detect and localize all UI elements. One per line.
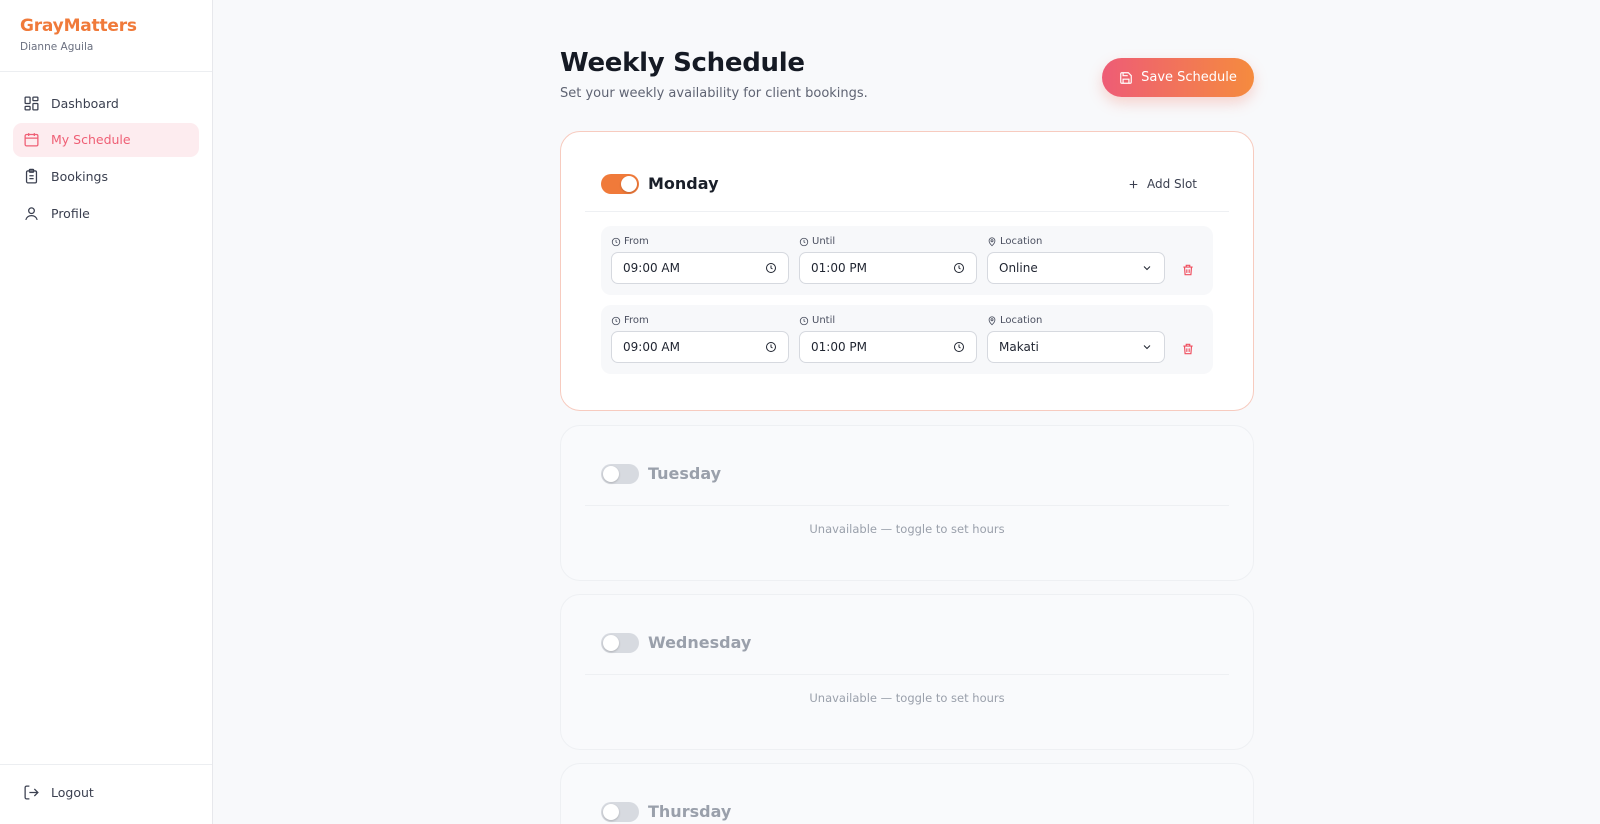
day-name: Monday — [648, 174, 719, 193]
location-select[interactable]: Online — [987, 252, 1165, 284]
day-name: Tuesday — [648, 464, 722, 483]
dashboard-icon — [24, 95, 39, 111]
unavailable-text: Unavailable — toggle to set hours — [809, 691, 1005, 705]
location-label-text: Location — [1000, 236, 1043, 247]
calendar-icon — [24, 133, 39, 147]
day-toggle-tuesday[interactable] — [601, 464, 639, 484]
unavailable-text: Unavailable — toggle to set hours — [809, 522, 1005, 536]
day-card-tuesday: Tuesday Unavailable — toggle to set hour… — [560, 425, 1254, 581]
map-pin-icon — [988, 236, 996, 246]
sidebar-footer: Logout — [0, 764, 212, 824]
sidebar-item-label: Profile — [51, 205, 90, 221]
until-time-input[interactable]: 01:00 PM — [799, 331, 977, 363]
day-card-wednesday: Wednesday Unavailable — toggle to set ho… — [560, 594, 1254, 750]
location-value: Online — [999, 261, 1038, 275]
until-label-text: Until — [812, 315, 836, 326]
delete-slot-icon[interactable] — [1181, 263, 1195, 277]
from-time-input[interactable]: 09:00 AM — [611, 252, 789, 284]
user-icon — [25, 206, 38, 220]
page-title: Weekly Schedule — [560, 48, 805, 78]
time-slot: From 09:00 AM Until 01:00 PM Location On… — [601, 226, 1213, 295]
until-time-value: 01:00 PM — [811, 340, 867, 354]
delete-slot-icon[interactable] — [1181, 342, 1195, 356]
day-name: Wednesday — [648, 633, 752, 652]
add-slot-label: Add Slot — [1146, 177, 1197, 191]
sidebar-item-label: Dashboard — [51, 95, 119, 111]
day-name: Thursday — [648, 802, 732, 821]
from-time-input[interactable]: 09:00 AM — [611, 331, 789, 363]
from-time-value: 09:00 AM — [623, 340, 680, 354]
from-time-value: 09:00 AM — [623, 261, 680, 275]
user-name: Dianne Aguila — [20, 41, 94, 53]
page-subtitle: Set your weekly availability for client … — [560, 86, 868, 101]
sidebar-item-profile[interactable]: Profile — [13, 196, 199, 230]
time-slot: From 09:00 AM Until 01:00 PM Location Ma… — [601, 305, 1213, 374]
clock-icon — [799, 237, 809, 246]
day-header: Tuesday — [585, 426, 1229, 506]
from-label-text: From — [624, 315, 649, 326]
brand-logo[interactable]: GrayMatters — [20, 16, 192, 36]
sidebar-nav: Dashboard My Schedule Bookings Profile — [0, 72, 212, 247]
day-card-monday: Monday Add Slot From 09:00 AM Until 01:0… — [560, 131, 1254, 411]
clipboard-icon — [25, 168, 38, 184]
chevron-down-icon — [1143, 266, 1151, 271]
from-label: From — [611, 236, 649, 247]
chevron-down-icon — [1143, 345, 1151, 350]
clock-icon[interactable] — [953, 262, 965, 274]
sidebar-item-label: Bookings — [51, 168, 108, 184]
clock-icon — [611, 237, 621, 246]
save-icon — [1120, 71, 1132, 84]
clock-icon — [611, 316, 621, 325]
logout-icon — [24, 785, 39, 800]
location-label: Location — [987, 236, 1042, 247]
until-label: Until — [799, 236, 835, 247]
until-time-input[interactable]: 01:00 PM — [799, 252, 977, 284]
day-toggle-monday[interactable] — [601, 174, 639, 194]
location-value: Makati — [999, 340, 1039, 354]
sidebar-item-dashboard[interactable]: Dashboard — [13, 86, 199, 120]
location-label-text: Location — [1000, 315, 1043, 326]
clock-icon[interactable] — [765, 262, 777, 274]
day-header: Wednesday — [585, 595, 1229, 675]
clock-icon — [799, 316, 809, 325]
save-schedule-button[interactable]: Save Schedule — [1102, 58, 1254, 97]
day-toggle-thursday[interactable] — [601, 802, 639, 822]
sidebar-item-label: My Schedule — [51, 132, 131, 148]
until-label-text: Until — [812, 236, 836, 247]
until-time-value: 01:00 PM — [811, 261, 867, 275]
day-header: Thursday — [585, 764, 1229, 824]
brand-header: GrayMatters Dianne Aguila — [0, 0, 212, 72]
location-select[interactable]: Makati — [987, 331, 1165, 363]
sidebar-item-bookings[interactable]: Bookings — [13, 159, 199, 193]
until-label: Until — [799, 315, 835, 326]
plus-icon — [1129, 180, 1138, 188]
save-label: Save Schedule — [1141, 70, 1237, 85]
map-pin-icon — [988, 315, 996, 325]
clock-icon[interactable] — [953, 341, 965, 353]
logout-button[interactable]: Logout — [13, 775, 199, 809]
day-toggle-wednesday[interactable] — [601, 633, 639, 653]
day-card-thursday: Thursday — [560, 763, 1254, 824]
sidebar: GrayMatters Dianne Aguila Dashboard My S… — [0, 0, 213, 824]
location-label: Location — [987, 315, 1042, 326]
from-label: From — [611, 315, 649, 326]
logout-label: Logout — [51, 784, 94, 800]
from-label-text: From — [624, 236, 649, 247]
clock-icon[interactable] — [765, 341, 777, 353]
day-header: Monday Add Slot — [585, 132, 1229, 212]
sidebar-item-my-schedule[interactable]: My Schedule — [13, 122, 199, 157]
add-slot-button[interactable]: Add Slot — [1127, 177, 1197, 191]
